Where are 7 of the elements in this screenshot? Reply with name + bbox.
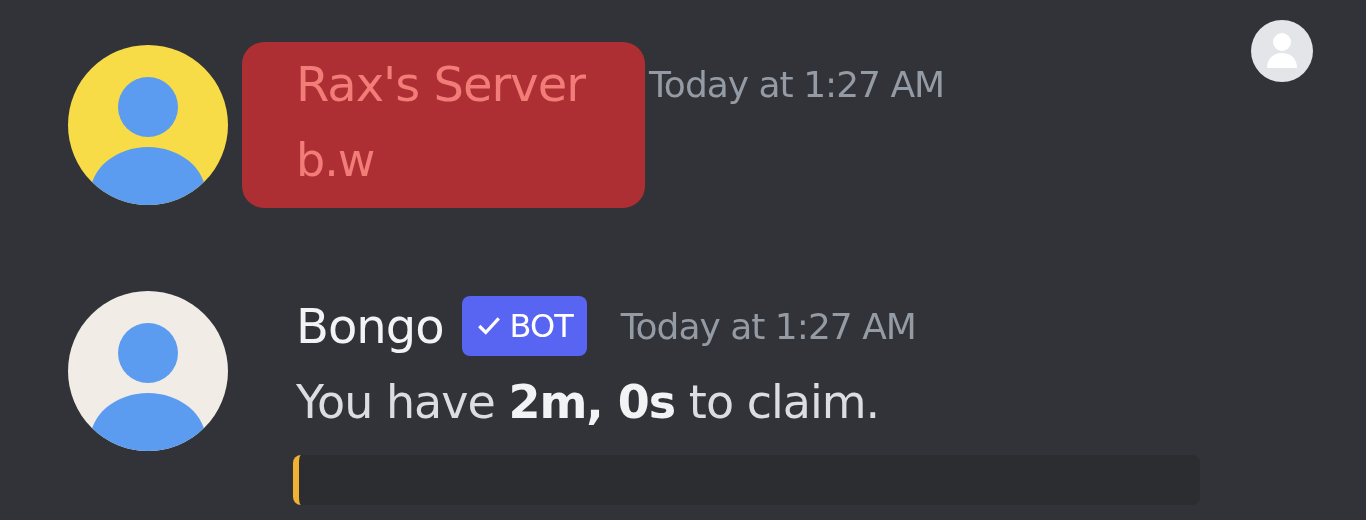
- timestamp: Today at 1:27 AM: [620, 305, 916, 347]
- message-text: You have 2m, 0s to claim.: [296, 374, 881, 431]
- author-name[interactable]: Bongo: [296, 288, 444, 364]
- bot-tag: BOT: [461, 296, 587, 356]
- timestamp: Today at 1:27 AM: [649, 64, 945, 105]
- user-icon[interactable]: [1251, 20, 1313, 82]
- message-text: b.w: [296, 132, 376, 189]
